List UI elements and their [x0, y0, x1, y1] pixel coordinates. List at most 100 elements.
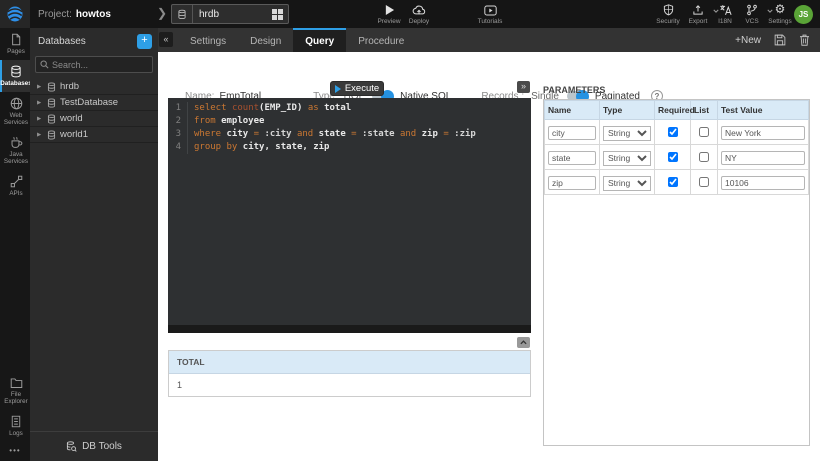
db-tools-icon — [66, 441, 77, 452]
parameter-row: String — [545, 120, 809, 145]
top-bar: Project: howtos ❯ hrdb Preview — [0, 0, 820, 28]
video-icon — [484, 3, 497, 16]
param-test-value-input[interactable] — [721, 151, 805, 165]
sql-editor[interactable]: 1select count(EMP_ID) as total2from empl… — [168, 98, 531, 333]
rail-label: Databases — [0, 80, 32, 87]
databases-panel-header: Databases + — [30, 28, 158, 55]
param-name-input[interactable] — [548, 126, 596, 140]
db-tools-button[interactable]: DB Tools — [30, 431, 158, 461]
project-breadcrumb: Project: howtos — [38, 0, 111, 28]
tab-design[interactable]: Design — [238, 28, 293, 52]
add-database-button[interactable]: + — [137, 34, 152, 49]
param-required-checkbox[interactable] — [668, 127, 678, 137]
rail-spacer — [0, 202, 30, 372]
rail-item-file-explorer[interactable]: File Explorer — [0, 372, 30, 410]
col-test-value: Test Value — [718, 101, 809, 120]
param-type-select[interactable]: String — [603, 126, 651, 141]
tab-bar-actions: +New — [735, 28, 820, 52]
col-required: Required — [655, 101, 691, 120]
param-name-input[interactable] — [548, 176, 596, 190]
play-icon — [335, 85, 341, 93]
tab-settings[interactable]: Settings — [178, 28, 238, 52]
collapse-results-button[interactable] — [517, 337, 530, 348]
user-avatar[interactable]: JS — [794, 5, 813, 24]
delete-button[interactable] — [799, 34, 810, 46]
parameter-row: String — [545, 145, 809, 170]
tutorials-button[interactable]: Tutorials — [467, 3, 513, 25]
line-number: 2 — [168, 115, 188, 128]
database-icon — [10, 65, 22, 78]
code-line[interactable]: 3where city = :city and state = :state a… — [168, 128, 531, 141]
parameter-row: String — [545, 170, 809, 195]
rail-overflow-button[interactable]: ••• — [0, 442, 30, 461]
save-button[interactable] — [774, 34, 786, 46]
rail-label: APIs — [9, 190, 22, 197]
grid-icon — [272, 9, 283, 20]
breadcrumb-chevron-icon: ❯ — [157, 6, 167, 20]
db-tree-item-hrdb[interactable]: ▶ hrdb — [30, 79, 158, 95]
main-area: « Settings Design Query Procedure +New — [158, 28, 820, 461]
tab-bar: « Settings Design Query Procedure +New — [158, 28, 820, 52]
tab-query[interactable]: Query — [293, 28, 346, 52]
play-icon — [384, 3, 395, 16]
coffee-icon — [10, 136, 23, 149]
new-query-button[interactable]: +New — [735, 35, 761, 46]
results-table: TOTAL 1 — [168, 350, 531, 397]
editor-scrollbar[interactable] — [168, 325, 531, 333]
parameters-header-row: Name Type Required List Test Value — [545, 101, 809, 120]
rail-item-web-services[interactable]: Web Services — [0, 92, 30, 131]
expand-arrow-icon[interactable]: ▶ — [37, 84, 43, 90]
database-icon — [172, 5, 193, 23]
database-selector[interactable]: hrdb — [171, 4, 289, 24]
expand-arrow-icon[interactable]: ▶ — [37, 100, 43, 106]
expand-params-button[interactable]: » — [517, 81, 530, 93]
db-name: world1 — [60, 129, 88, 140]
collapse-panel-button[interactable]: « — [159, 32, 173, 47]
database-search[interactable] — [35, 56, 153, 73]
document-icon — [10, 415, 22, 428]
parameters-title: PARAMETERS — [543, 85, 605, 95]
logo-icon — [6, 5, 24, 23]
rail-item-databases[interactable]: Databases — [0, 60, 30, 92]
db-tree-item-world1[interactable]: ▶ world1 — [30, 127, 158, 143]
param-name-input[interactable] — [548, 151, 596, 165]
expand-arrow-icon[interactable]: ▶ — [37, 116, 43, 122]
rail-label: Pages — [7, 48, 25, 55]
param-type-select[interactable]: String — [603, 176, 651, 191]
param-required-checkbox[interactable] — [668, 177, 678, 187]
param-list-checkbox[interactable] — [699, 127, 709, 137]
param-required-checkbox[interactable] — [668, 152, 678, 162]
param-list-checkbox[interactable] — [699, 177, 709, 187]
code-line[interactable]: 1select count(EMP_ID) as total — [168, 102, 531, 115]
db-tools-label: DB Tools — [82, 441, 122, 452]
db-tree-item-world[interactable]: ▶ world — [30, 111, 158, 127]
project-label: Project: — [38, 9, 72, 20]
wavemaker-logo[interactable] — [0, 0, 30, 28]
search-icon — [40, 60, 49, 69]
param-test-value-input[interactable] — [721, 126, 805, 140]
settings-label: Settings — [768, 18, 792, 25]
param-test-value-input[interactable] — [721, 176, 805, 190]
results-row[interactable]: 1 — [169, 374, 530, 396]
rail-item-pages[interactable]: Pages — [0, 28, 30, 60]
rail-label: Logs — [9, 430, 23, 437]
rail-item-java-services[interactable]: Java Services — [0, 131, 30, 170]
rail-item-apis[interactable]: APIs — [0, 170, 30, 202]
deploy-button[interactable]: Deploy — [396, 3, 442, 25]
databases-panel: Databases + ▶ hrdb ▶ Tes — [30, 28, 158, 461]
param-type-select[interactable]: String — [603, 151, 651, 166]
code-line[interactable]: 4group by city, state, zip — [168, 141, 531, 154]
rail-label: Java Services — [3, 151, 29, 165]
tab-procedure[interactable]: Procedure — [346, 28, 416, 52]
rail-item-logs[interactable]: Logs — [0, 410, 30, 442]
param-list-checkbox[interactable] — [699, 152, 709, 162]
db-tree-item-testdatabase[interactable]: ▶ TestDatabase — [30, 95, 158, 111]
code-line[interactable]: 2from employee — [168, 115, 531, 128]
db-name: hrdb — [60, 81, 79, 92]
execute-button[interactable]: Execute — [330, 81, 384, 96]
col-type: Type — [600, 101, 655, 120]
database-icon — [47, 98, 56, 108]
search-input[interactable] — [52, 60, 148, 70]
col-name: Name — [545, 101, 600, 120]
expand-arrow-icon[interactable]: ▶ — [37, 132, 43, 138]
